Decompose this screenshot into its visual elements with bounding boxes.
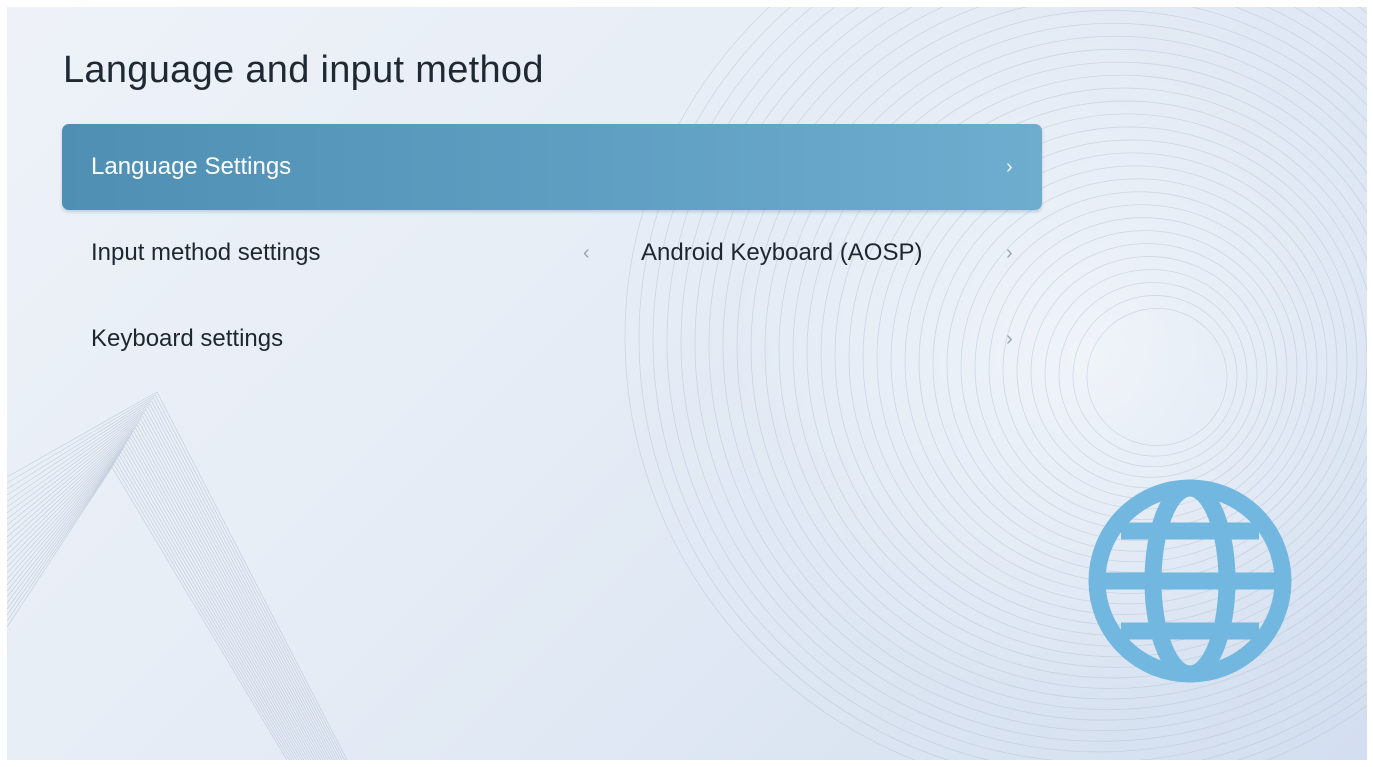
chevron-right-icon[interactable]: › xyxy=(1006,210,1013,296)
menu-item-label: Language Settings xyxy=(91,153,292,180)
menu-item-keyboard-settings[interactable]: Keyboard settings › xyxy=(62,296,1042,382)
settings-screen: Language and input method Language Setti… xyxy=(7,7,1367,760)
settings-menu: Language Settings › Input method setting… xyxy=(62,124,1042,382)
chevron-right-icon: › xyxy=(1006,156,1013,178)
globe-icon xyxy=(1088,479,1292,683)
menu-item-language-settings[interactable]: Language Settings › xyxy=(62,124,1042,210)
menu-item-label: Keyboard settings xyxy=(91,325,284,352)
menu-item-label: Input method settings xyxy=(91,239,321,266)
input-method-value: Android Keyboard (AOSP) xyxy=(641,239,923,266)
chevron-right-icon: › xyxy=(1006,328,1013,350)
chevron-left-icon[interactable]: ‹ xyxy=(583,210,590,296)
menu-item-input-method-settings[interactable]: Input method settings ‹ Android Keyboard… xyxy=(62,210,1042,296)
page-title: Language and input method xyxy=(63,49,544,91)
